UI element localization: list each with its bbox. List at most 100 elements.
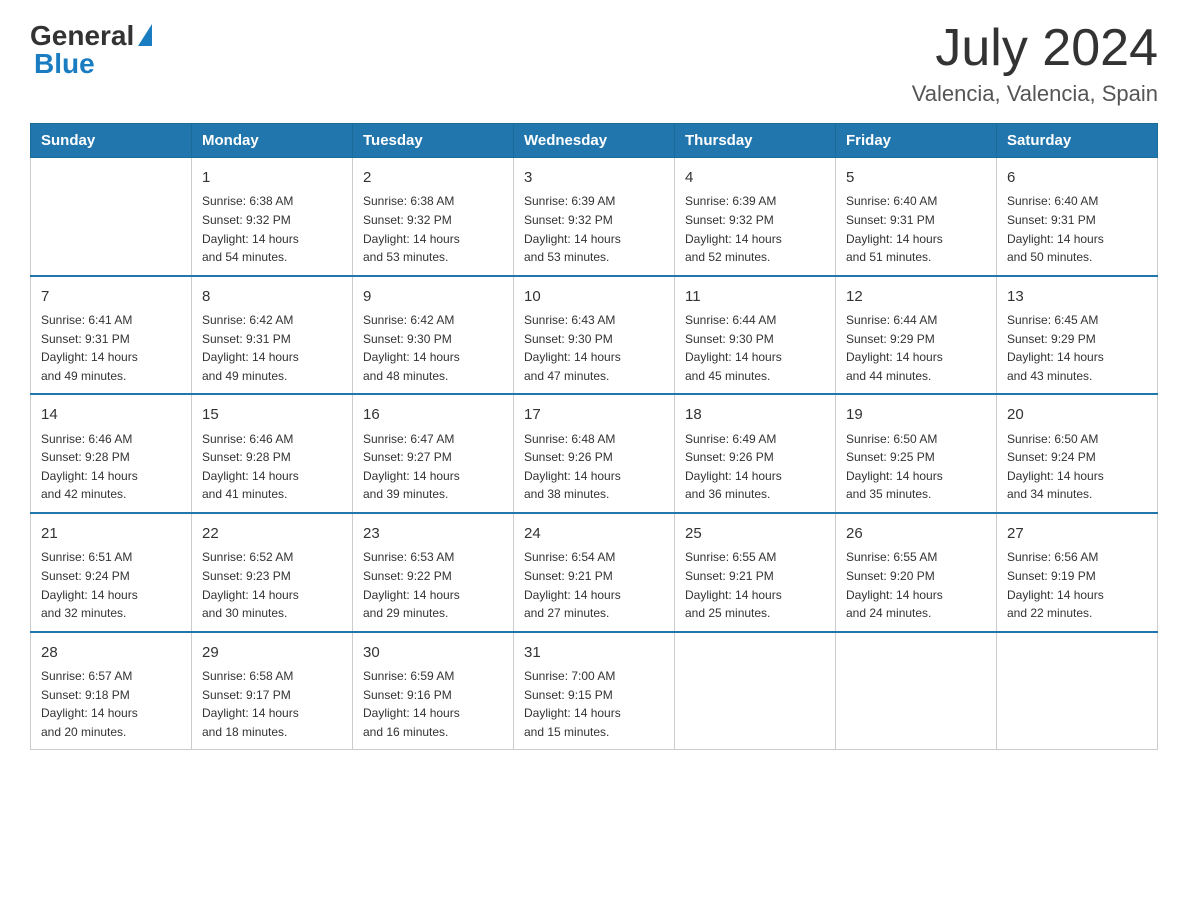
logo: General Blue bbox=[30, 20, 152, 80]
day-number: 28 bbox=[41, 641, 181, 664]
weekday-header-monday: Monday bbox=[192, 124, 353, 158]
day-info: Sunrise: 6:47 AMSunset: 9:27 PMDaylight:… bbox=[363, 430, 503, 504]
calendar-cell: 14 Sunrise: 6:46 AMSunset: 9:28 PMDayligh… bbox=[31, 394, 192, 513]
calendar-cell: 10 Sunrise: 6:43 AMSunset: 9:30 PMDayligh… bbox=[514, 276, 675, 395]
calendar-cell: 9 Sunrise: 6:42 AMSunset: 9:30 PMDaylight… bbox=[353, 276, 514, 395]
day-info: Sunrise: 6:46 AMSunset: 9:28 PMDaylight:… bbox=[41, 430, 181, 504]
day-info: Sunrise: 6:39 AMSunset: 9:32 PMDaylight:… bbox=[524, 192, 664, 266]
calendar-cell: 24Sunrise: 6:54 AMSunset: 9:21 PMDayligh… bbox=[514, 513, 675, 632]
day-number: 8 bbox=[202, 285, 342, 308]
calendar-cell: 11Sunrise: 6:44 AMSunset: 9:30 PMDayligh… bbox=[675, 276, 836, 395]
day-info: Sunrise: 6:45 AMSunset: 9:29 PMDaylight:… bbox=[1007, 311, 1147, 385]
calendar-week-row: 14 Sunrise: 6:46 AMSunset: 9:28 PMDayligh… bbox=[31, 394, 1158, 513]
day-info: Sunrise: 6:56 AMSunset: 9:19 PMDaylight:… bbox=[1007, 548, 1147, 622]
calendar-week-row: 28 Sunrise: 6:57 AMSunset: 9:18 PMDayligh… bbox=[31, 632, 1158, 750]
day-info: Sunrise: 6:58 AMSunset: 9:17 PMDaylight:… bbox=[202, 667, 342, 741]
day-info: Sunrise: 6:50 AMSunset: 9:25 PMDaylight:… bbox=[846, 430, 986, 504]
day-number: 6 bbox=[1007, 166, 1147, 189]
day-number: 30 bbox=[363, 641, 503, 664]
day-number: 9 bbox=[363, 285, 503, 308]
calendar-cell bbox=[836, 632, 997, 750]
day-number: 5 bbox=[846, 166, 986, 189]
day-info: Sunrise: 6:44 AMSunset: 9:30 PMDaylight:… bbox=[685, 311, 825, 385]
day-info: Sunrise: 6:54 AMSunset: 9:21 PMDaylight:… bbox=[524, 548, 664, 622]
calendar-cell: 12 Sunrise: 6:44 AMSunset: 9:29 PMDayligh… bbox=[836, 276, 997, 395]
calendar-cell: 15 Sunrise: 6:46 AMSunset: 9:28 PMDayligh… bbox=[192, 394, 353, 513]
title-block: July 2024 Valencia, Valencia, Spain bbox=[912, 20, 1158, 107]
weekday-header-wednesday: Wednesday bbox=[514, 124, 675, 158]
day-info: Sunrise: 6:39 AMSunset: 9:32 PMDaylight:… bbox=[685, 192, 825, 266]
day-info: Sunrise: 6:59 AMSunset: 9:16 PMDaylight:… bbox=[363, 667, 503, 741]
calendar-week-row: 7Sunrise: 6:41 AMSunset: 9:31 PMDaylight… bbox=[31, 276, 1158, 395]
day-number: 22 bbox=[202, 522, 342, 545]
calendar-cell: 8 Sunrise: 6:42 AMSunset: 9:31 PMDaylight… bbox=[192, 276, 353, 395]
day-number: 3 bbox=[524, 166, 664, 189]
calendar-cell: 19 Sunrise: 6:50 AMSunset: 9:25 PMDayligh… bbox=[836, 394, 997, 513]
day-info: Sunrise: 6:52 AMSunset: 9:23 PMDaylight:… bbox=[202, 548, 342, 622]
day-number: 19 bbox=[846, 403, 986, 426]
day-number: 26 bbox=[846, 522, 986, 545]
calendar-cell: 16 Sunrise: 6:47 AMSunset: 9:27 PMDayligh… bbox=[353, 394, 514, 513]
day-number: 20 bbox=[1007, 403, 1147, 426]
calendar-cell bbox=[675, 632, 836, 750]
day-number: 13 bbox=[1007, 285, 1147, 308]
day-info: Sunrise: 6:38 AMSunset: 9:32 PMDaylight:… bbox=[363, 192, 503, 266]
calendar-cell: 31Sunrise: 7:00 AMSunset: 9:15 PMDayligh… bbox=[514, 632, 675, 750]
calendar-cell: 20 Sunrise: 6:50 AMSunset: 9:24 PMDayligh… bbox=[997, 394, 1158, 513]
day-number: 21 bbox=[41, 522, 181, 545]
calendar-cell: 13 Sunrise: 6:45 AMSunset: 9:29 PMDayligh… bbox=[997, 276, 1158, 395]
weekday-header-friday: Friday bbox=[836, 124, 997, 158]
day-number: 27 bbox=[1007, 522, 1147, 545]
calendar-cell: 23 Sunrise: 6:53 AMSunset: 9:22 PMDayligh… bbox=[353, 513, 514, 632]
day-number: 1 bbox=[202, 166, 342, 189]
day-number: 18 bbox=[685, 403, 825, 426]
calendar-cell: 26 Sunrise: 6:55 AMSunset: 9:20 PMDayligh… bbox=[836, 513, 997, 632]
calendar-cell: 25 Sunrise: 6:55 AMSunset: 9:21 PMDayligh… bbox=[675, 513, 836, 632]
calendar-cell: 4 Sunrise: 6:39 AMSunset: 9:32 PMDaylight… bbox=[675, 158, 836, 276]
day-info: Sunrise: 6:55 AMSunset: 9:21 PMDaylight:… bbox=[685, 548, 825, 622]
day-info: Sunrise: 6:55 AMSunset: 9:20 PMDaylight:… bbox=[846, 548, 986, 622]
day-number: 17 bbox=[524, 403, 664, 426]
day-info: Sunrise: 6:57 AMSunset: 9:18 PMDaylight:… bbox=[41, 667, 181, 741]
day-info: Sunrise: 6:41 AMSunset: 9:31 PMDaylight:… bbox=[41, 311, 181, 385]
day-info: Sunrise: 6:38 AMSunset: 9:32 PMDaylight:… bbox=[202, 192, 342, 266]
day-number: 12 bbox=[846, 285, 986, 308]
logo-blue-text: Blue bbox=[30, 48, 95, 80]
month-year-title: July 2024 bbox=[912, 20, 1158, 77]
day-info: Sunrise: 6:53 AMSunset: 9:22 PMDaylight:… bbox=[363, 548, 503, 622]
day-info: Sunrise: 6:50 AMSunset: 9:24 PMDaylight:… bbox=[1007, 430, 1147, 504]
calendar-cell bbox=[997, 632, 1158, 750]
calendar-week-row: 21Sunrise: 6:51 AMSunset: 9:24 PMDayligh… bbox=[31, 513, 1158, 632]
day-info: Sunrise: 6:40 AMSunset: 9:31 PMDaylight:… bbox=[1007, 192, 1147, 266]
calendar-table: SundayMondayTuesdayWednesdayThursdayFrid… bbox=[30, 123, 1158, 750]
day-number: 15 bbox=[202, 403, 342, 426]
day-number: 10 bbox=[524, 285, 664, 308]
weekday-header-row: SundayMondayTuesdayWednesdayThursdayFrid… bbox=[31, 124, 1158, 158]
day-number: 2 bbox=[363, 166, 503, 189]
day-info: Sunrise: 6:44 AMSunset: 9:29 PMDaylight:… bbox=[846, 311, 986, 385]
day-info: Sunrise: 7:00 AMSunset: 9:15 PMDaylight:… bbox=[524, 667, 664, 741]
calendar-cell: 27 Sunrise: 6:56 AMSunset: 9:19 PMDayligh… bbox=[997, 513, 1158, 632]
calendar-cell: 7Sunrise: 6:41 AMSunset: 9:31 PMDaylight… bbox=[31, 276, 192, 395]
day-info: Sunrise: 6:46 AMSunset: 9:28 PMDaylight:… bbox=[202, 430, 342, 504]
day-number: 25 bbox=[685, 522, 825, 545]
day-info: Sunrise: 6:42 AMSunset: 9:31 PMDaylight:… bbox=[202, 311, 342, 385]
day-info: Sunrise: 6:43 AMSunset: 9:30 PMDaylight:… bbox=[524, 311, 664, 385]
calendar-cell: 28 Sunrise: 6:57 AMSunset: 9:18 PMDayligh… bbox=[31, 632, 192, 750]
day-info: Sunrise: 6:40 AMSunset: 9:31 PMDaylight:… bbox=[846, 192, 986, 266]
calendar-week-row: 1 Sunrise: 6:38 AMSunset: 9:32 PMDaylight… bbox=[31, 158, 1158, 276]
calendar-cell: 29 Sunrise: 6:58 AMSunset: 9:17 PMDayligh… bbox=[192, 632, 353, 750]
day-number: 23 bbox=[363, 522, 503, 545]
weekday-header-thursday: Thursday bbox=[675, 124, 836, 158]
weekday-header-tuesday: Tuesday bbox=[353, 124, 514, 158]
day-number: 14 bbox=[41, 403, 181, 426]
calendar-cell: 1 Sunrise: 6:38 AMSunset: 9:32 PMDaylight… bbox=[192, 158, 353, 276]
logo-triangle-icon bbox=[138, 24, 152, 46]
calendar-cell: 3 Sunrise: 6:39 AMSunset: 9:32 PMDaylight… bbox=[514, 158, 675, 276]
page-header: General Blue July 2024 Valencia, Valenci… bbox=[30, 20, 1158, 107]
day-info: Sunrise: 6:42 AMSunset: 9:30 PMDaylight:… bbox=[363, 311, 503, 385]
day-number: 16 bbox=[363, 403, 503, 426]
day-info: Sunrise: 6:48 AMSunset: 9:26 PMDaylight:… bbox=[524, 430, 664, 504]
day-number: 4 bbox=[685, 166, 825, 189]
day-number: 29 bbox=[202, 641, 342, 664]
